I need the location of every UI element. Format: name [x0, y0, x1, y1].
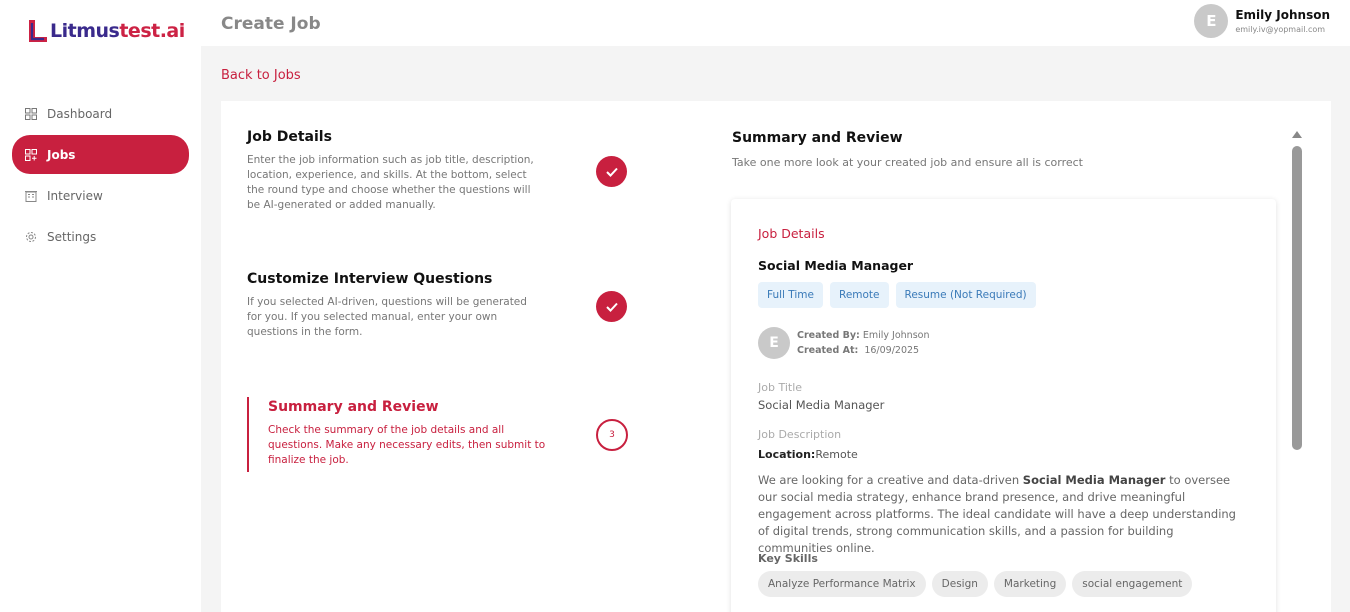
key-skills: Analyze Performance Matrix Design Market…: [758, 571, 1198, 597]
creator-info: E Created By: Emily Johnson Created At: …: [758, 327, 930, 359]
job-summary-panel: Job Details Social Media Manager Full Ti…: [731, 199, 1276, 612]
key-skills-label: Key Skills: [758, 552, 818, 565]
skill-chip: Design: [931, 571, 988, 597]
step-title: Summary and Review: [268, 399, 439, 415]
grid-icon: [25, 107, 37, 120]
job-tags: Full Time Remote Resume (Not Required): [758, 282, 1043, 308]
created-at: Created At: 16/09/2025: [797, 345, 920, 356]
sidebar-nav: Dashboard Jobs Interview Settings: [12, 94, 189, 258]
section-heading: Job Details: [758, 226, 825, 241]
avatar: E: [758, 327, 790, 359]
location: Location:Remote: [758, 448, 858, 461]
jobs-grid-icon: [25, 148, 37, 161]
step-number-badge: 3: [596, 419, 628, 451]
skill-chip: social engagement: [1072, 571, 1193, 597]
sidebar-item-label: Interview: [47, 188, 103, 203]
back-to-jobs-link[interactable]: Back to Jobs: [221, 68, 301, 83]
logo[interactable]: Litmustest.ai: [27, 18, 185, 44]
scrollbar-thumb[interactable]: [1292, 146, 1302, 450]
building-icon: [25, 190, 37, 202]
summary-subtitle: Take one more look at your created job a…: [732, 156, 1083, 169]
logo-mark-icon: [27, 18, 49, 44]
job-title-value: Social Media Manager: [758, 398, 885, 412]
step-description: Enter the job information such as job ti…: [247, 154, 534, 211]
step-complete-check-icon: [596, 291, 627, 322]
active-step-indicator: [247, 397, 249, 472]
user-email: emily.iv@yopmail.com: [1235, 25, 1326, 34]
gear-icon: [25, 231, 37, 243]
step-description: If you selected AI-driven, questions wil…: [247, 296, 527, 338]
tag-resume: Resume (Not Required): [895, 282, 1036, 308]
job-description-label: Job Description: [758, 428, 842, 441]
avatar: E: [1194, 4, 1229, 38]
sidebar-item-label: Jobs: [47, 147, 76, 162]
job-description-text: We are looking for a creative and data-d…: [758, 473, 1236, 555]
tag-employment-type: Full Time: [758, 282, 823, 308]
tag-work-mode: Remote: [830, 282, 889, 308]
sidebar-item-jobs[interactable]: Jobs: [12, 135, 189, 174]
skill-chip: Marketing: [993, 571, 1067, 597]
step-job-details[interactable]: Job Details Enter the job information su…: [247, 129, 627, 213]
sidebar: Litmustest.ai Dashboard Jobs Interview S…: [0, 0, 201, 612]
step-summary-review[interactable]: Summary and Review Check the summary of …: [268, 399, 648, 468]
user-menu[interactable]: E Emily Johnson emily.iv@yopmail.com: [1194, 4, 1330, 38]
sidebar-item-label: Dashboard: [47, 106, 113, 121]
summary-title: Summary and Review: [732, 130, 903, 146]
created-by: Created By: Emily Johnson: [797, 330, 930, 341]
skill-chip: Analyze Performance Matrix: [758, 571, 926, 597]
step-title: Customize Interview Questions: [247, 271, 493, 287]
step-title: Job Details: [247, 129, 332, 145]
user-name: Emily Johnson: [1235, 8, 1330, 22]
sidebar-item-dashboard[interactable]: Dashboard: [12, 94, 189, 133]
logo-text: Litmustest.ai: [50, 20, 185, 42]
sidebar-item-label: Settings: [47, 229, 97, 244]
sidebar-item-interview[interactable]: Interview: [12, 176, 189, 215]
step-customize-questions[interactable]: Customize Interview Questions If you sel…: [247, 271, 627, 340]
top-header: Create Job E Emily Johnson emily.iv@yopm…: [201, 0, 1350, 46]
step-complete-check-icon: [596, 156, 627, 187]
job-name: Social Media Manager: [758, 258, 914, 273]
page-title: Create Job: [221, 14, 321, 34]
sidebar-item-settings[interactable]: Settings: [12, 217, 189, 256]
scroll-up-arrow-icon[interactable]: [1292, 131, 1302, 138]
create-job-card: Job Details Enter the job information su…: [221, 101, 1331, 612]
step-description: Check the summary of the job details and…: [268, 424, 546, 466]
job-title-label: Job Title: [758, 381, 803, 394]
